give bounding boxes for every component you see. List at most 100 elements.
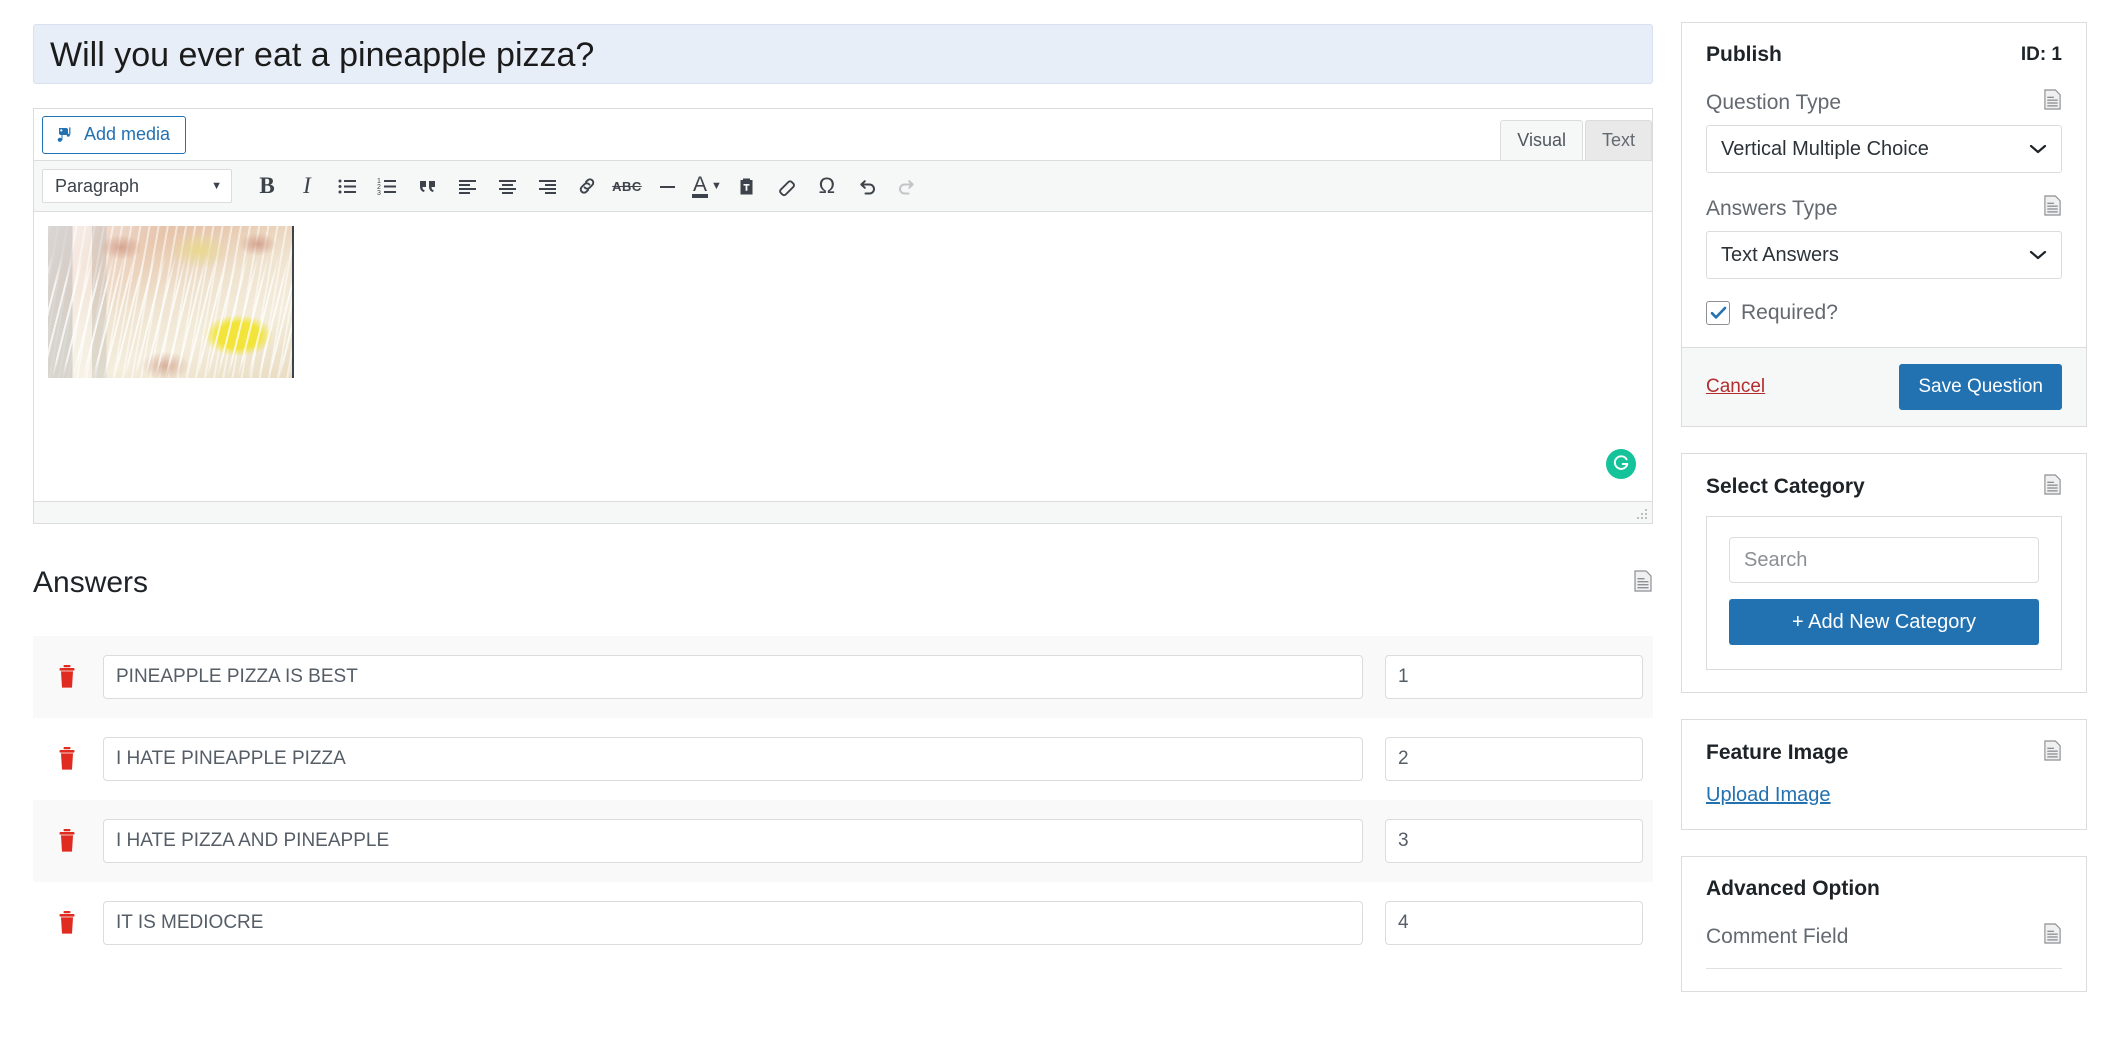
answers-type-label-row: Answers Type	[1706, 195, 2062, 222]
table-row: I HATE PIZZA AND PINEAPPLE 3	[33, 800, 1653, 882]
special-character-button[interactable]: Ω	[808, 167, 846, 205]
select-category-panel: Select Category Search + Add New Categor…	[1681, 453, 2087, 693]
answer-value-input[interactable]: 3	[1385, 819, 1643, 863]
select-category-title: Select Category	[1706, 475, 1865, 498]
publish-title: Publish	[1706, 43, 1782, 66]
bold-button[interactable]: B	[248, 167, 286, 205]
text-color-icon: A	[692, 172, 709, 198]
document-icon	[2043, 474, 2062, 500]
format-select[interactable]: Paragraph ▼	[42, 169, 232, 203]
category-inner-box: Search + Add New Category	[1706, 516, 2062, 670]
clear-formatting-button[interactable]	[768, 167, 806, 205]
question-title-input[interactable]: Will you ever eat a pineapple pizza?	[33, 24, 1653, 84]
insert-link-button[interactable]	[568, 167, 606, 205]
format-select-value: Paragraph	[55, 175, 140, 196]
strikethrough-button[interactable]: ABC	[608, 167, 646, 205]
align-center-button[interactable]	[488, 167, 526, 205]
italic-button[interactable]: I	[288, 167, 326, 205]
question-type-label: Question Type	[1706, 90, 1842, 114]
answer-value-input[interactable]: 4	[1385, 901, 1643, 945]
undo-button[interactable]	[848, 167, 886, 205]
add-media-label: Add media	[84, 124, 171, 144]
bullet-list-icon	[337, 176, 358, 197]
answer-text-input[interactable]: I HATE PIZZA AND PINEAPPLE	[103, 819, 1363, 863]
blockquote-button[interactable]	[408, 167, 446, 205]
feature-image-title: Feature Image	[1706, 741, 1849, 764]
numbered-list-button[interactable]: 123	[368, 167, 406, 205]
editor-content-area[interactable]	[33, 212, 1653, 502]
editor-statusbar	[33, 502, 1653, 524]
blockquote-icon	[417, 176, 438, 197]
paste-as-text-button[interactable]	[728, 167, 766, 205]
editor-resize-handle[interactable]	[1635, 507, 1649, 521]
link-icon	[576, 175, 598, 197]
answer-text-input[interactable]: I HATE PINEAPPLE PIZZA	[103, 737, 1363, 781]
align-right-button[interactable]	[528, 167, 566, 205]
comment-field-row: Comment Field	[1706, 923, 2062, 950]
table-row: PINEAPPLE PIZZA IS BEST 1	[33, 636, 1653, 718]
horizontal-rule-icon	[657, 176, 678, 197]
answers-heading: Answers	[33, 566, 149, 599]
delete-answer-button[interactable]	[55, 746, 81, 772]
align-center-icon	[497, 176, 518, 197]
bullet-list-button[interactable]	[328, 167, 366, 205]
publish-panel: Publish ID: 1 Question Type Vertical Mul…	[1681, 22, 2087, 427]
answer-text-input[interactable]: IT IS MEDIOCRE	[103, 901, 1363, 945]
sidebar: Publish ID: 1 Question Type Vertical Mul…	[1653, 0, 2115, 1018]
editor-topbar: Add media Visual Text	[33, 108, 1653, 160]
upload-image-link[interactable]: Upload Image	[1706, 784, 1831, 807]
undo-icon	[856, 175, 878, 197]
answer-text-input[interactable]: PINEAPPLE PIZZA IS BEST	[103, 655, 1363, 699]
question-editor-page: Will you ever eat a pineapple pizza? Add…	[0, 0, 2115, 1048]
required-label: Required?	[1741, 301, 1838, 324]
advanced-option-header: Advanced Option	[1706, 877, 2062, 901]
align-left-button[interactable]	[448, 167, 486, 205]
inserted-pizza-image[interactable]	[48, 226, 294, 378]
chevron-down-icon	[2029, 138, 2047, 161]
document-icon	[2043, 923, 2062, 950]
delete-answer-button[interactable]	[55, 664, 81, 690]
save-question-button[interactable]: Save Question	[1899, 364, 2062, 410]
paste-as-text-icon	[736, 176, 757, 197]
question-id: ID: 1	[2020, 44, 2062, 65]
answers-type-value: Text Answers	[1721, 243, 1839, 266]
eraser-icon	[776, 175, 798, 197]
question-type-select[interactable]: Vertical Multiple Choice	[1706, 125, 2062, 173]
delete-answer-button[interactable]	[55, 910, 81, 936]
feature-image-panel: Feature Image Upload Image	[1681, 719, 2087, 830]
question-type-value: Vertical Multiple Choice	[1721, 137, 1929, 160]
tab-visual[interactable]: Visual	[1500, 120, 1583, 160]
table-row: IT IS MEDIOCRE 4	[33, 882, 1653, 964]
tab-text[interactable]: Text	[1584, 120, 1652, 160]
numbered-list-icon: 123	[377, 176, 398, 197]
publish-header: Publish ID: 1	[1706, 43, 2062, 67]
cancel-button[interactable]: Cancel	[1706, 376, 1765, 398]
grammarly-icon[interactable]	[1606, 449, 1636, 479]
align-right-icon	[537, 176, 558, 197]
required-checkbox[interactable]	[1706, 301, 1730, 325]
strikethrough-icon: ABC	[612, 178, 642, 194]
document-icon	[2043, 195, 2062, 222]
chevron-down-icon	[2029, 244, 2047, 267]
editor-toolbar: Paragraph ▼ B I 123 ABC A ▼ Ω	[33, 160, 1653, 212]
comment-field-label: Comment Field	[1706, 924, 1849, 948]
horizontal-rule-button[interactable]	[648, 167, 686, 205]
answers-type-label: Answers Type	[1706, 196, 1838, 220]
redo-button[interactable]	[888, 167, 926, 205]
delete-answer-button[interactable]	[55, 828, 81, 854]
category-search-input[interactable]: Search	[1729, 537, 2039, 583]
advanced-option-panel: Advanced Option Comment Field	[1681, 856, 2087, 992]
text-color-button[interactable]: A ▼	[688, 167, 726, 205]
answer-value-input[interactable]: 1	[1385, 655, 1643, 699]
answers-type-select[interactable]: Text Answers	[1706, 231, 2062, 279]
publish-footer: Cancel Save Question	[1682, 347, 2086, 426]
answer-value-input[interactable]: 2	[1385, 737, 1643, 781]
chevron-down-icon: ▼	[211, 179, 222, 192]
align-left-icon	[457, 176, 478, 197]
select-category-header: Select Category	[1706, 474, 2062, 500]
document-icon	[2043, 740, 2062, 766]
add-media-button[interactable]: Add media	[42, 115, 187, 154]
required-row: Required?	[1706, 301, 2062, 325]
add-new-category-button[interactable]: + Add New Category	[1729, 599, 2039, 645]
answers-header: Answers	[33, 566, 1653, 600]
